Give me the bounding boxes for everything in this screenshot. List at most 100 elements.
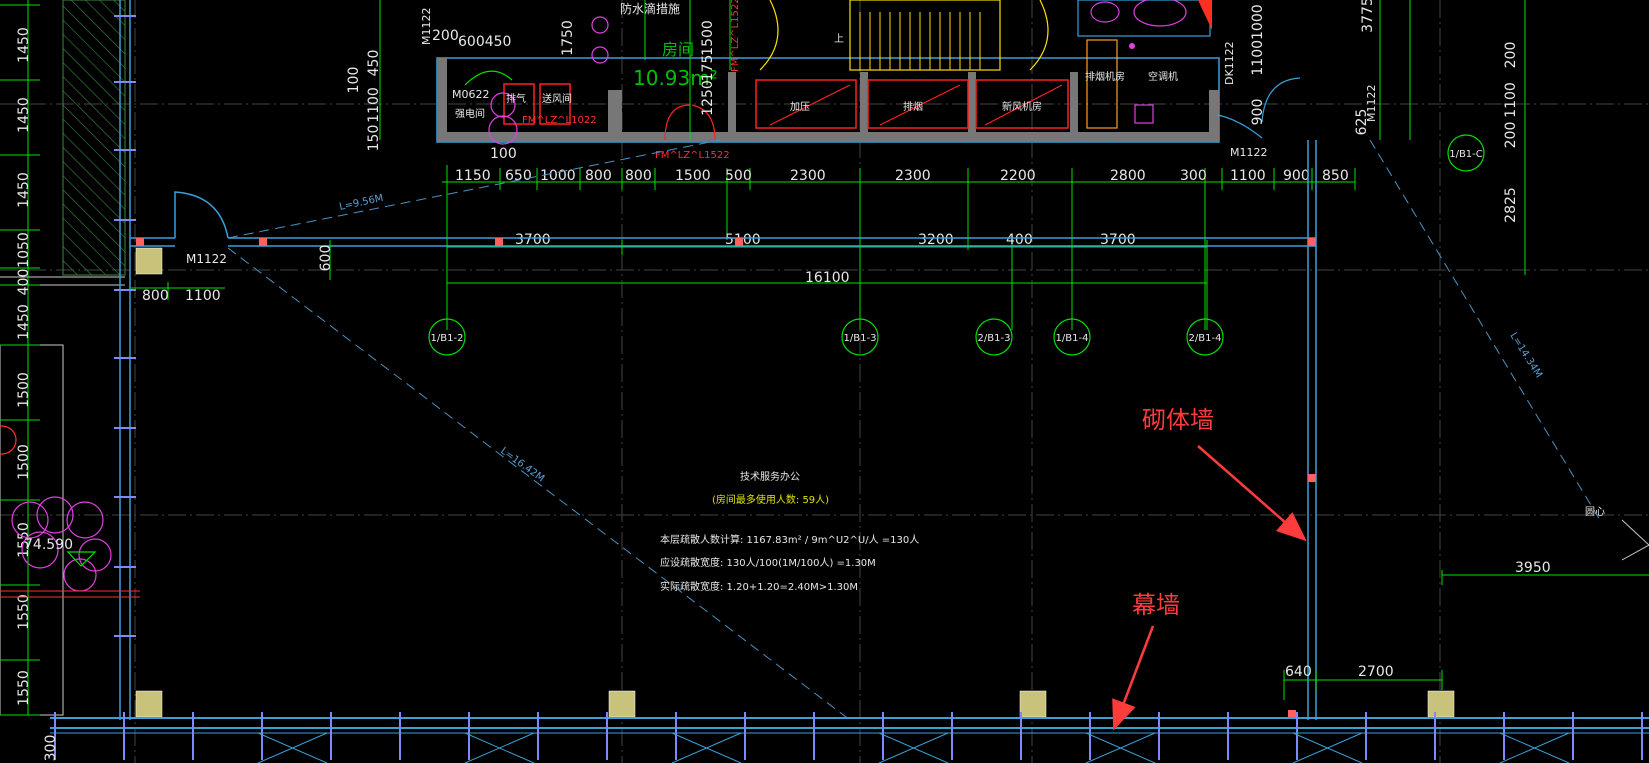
curtain-bracing <box>257 732 328 763</box>
room-label-3: 新风机房 <box>1002 100 1042 113</box>
dist-yuanxin: 圆心 <box>1585 506 1605 518</box>
curtain-bracing <box>1499 732 1570 763</box>
door-dk1122: DK1122 <box>1223 41 1236 85</box>
top-dim-7: 2300 <box>790 168 826 184</box>
evac-lines <box>227 139 1601 721</box>
door-fm-1022: FM^LZ^L1022 <box>522 115 597 126</box>
grid-lines <box>0 0 1649 763</box>
right-dim-4: 2825 <box>1503 187 1519 223</box>
left-dim-4: 400 <box>16 269 32 296</box>
curtain-bracing <box>878 732 949 763</box>
door-fm-1522: FM^LZ^L1522 <box>655 150 730 161</box>
top-dim-5: 1500 <box>675 168 711 184</box>
right-dim-3: 1100 <box>1503 82 1519 118</box>
right-dim-2: 200 <box>1503 122 1519 149</box>
axis-b2-3: 2/B1-3 <box>978 333 1011 344</box>
door-fm-v: FM^LZ^L1522 <box>730 0 741 72</box>
annotation-arrow-masonry <box>1197 445 1307 542</box>
room-label-4: 排烟机房 <box>1085 70 1125 83</box>
dim-100-v: 100 <box>346 67 362 94</box>
door-m0622: M0622 <box>452 88 490 101</box>
note-line1: 本层疏散人数计算: 1167.83m² / 9m^U2^U/人 =130人 <box>660 533 919 546</box>
left-dim-5: 1450 <box>16 304 32 340</box>
top-dim-14: 850 <box>1322 168 1349 184</box>
top-dim-4: 800 <box>625 168 652 184</box>
left-dim-1: 1450 <box>16 97 32 133</box>
left-dim-7: 1500 <box>16 444 32 480</box>
room-name: 房间 <box>662 40 694 59</box>
top-dim-1: 650 <box>505 168 532 184</box>
annotation-masonry-wall: 砌体墙 <box>1142 406 1214 434</box>
dim-1100-v2: 11001000 <box>1250 4 1266 75</box>
left-dim-9: 1550 <box>16 594 32 630</box>
top-dim-8: 2300 <box>895 168 931 184</box>
dim-1100-v: 1100 <box>366 87 382 123</box>
left-dim-3: 1050 <box>16 232 32 268</box>
note-line3: 实际疏散宽度: 1.20+1.20=2.40M>1.30M <box>660 580 858 593</box>
dim-450-v: 450 <box>366 50 382 77</box>
dim-640: 640 <box>1285 664 1312 680</box>
dim-900: 900 <box>1250 99 1266 126</box>
dim-2700: 2700 <box>1358 664 1394 680</box>
left-dim-2: 1450 <box>16 172 32 208</box>
dim-150-v: 150 <box>366 125 382 152</box>
dim-600450: 600450 <box>458 34 511 50</box>
top-dim-12: 1100 <box>1230 168 1266 184</box>
top-dim-9: 2200 <box>1000 168 1036 184</box>
dim-1500: 1500 <box>700 20 716 56</box>
right-dim-0: 3775 <box>1360 0 1376 33</box>
dist-l2: L=16.42M <box>498 446 546 485</box>
waterproof-text: 防水滴措施 <box>620 1 680 16</box>
stair-up: 上 <box>834 33 844 45</box>
dim-3950: 3950 <box>1515 560 1551 576</box>
hatched-wall <box>62 0 126 276</box>
curtain-bracing <box>1085 732 1156 763</box>
room-label-7: 排气 <box>506 92 526 105</box>
axis-b2-4: 2/B1-4 <box>1189 333 1222 344</box>
dim-1250: 1250 <box>700 80 716 116</box>
dim-1750: 1750 <box>560 20 576 56</box>
dim-300-bottom: 300 <box>43 735 59 762</box>
note-title: 技术服务办公 <box>740 470 800 483</box>
axis-b1-c: 1/B1-C <box>1449 149 1483 160</box>
top-dim-13: 900 <box>1283 168 1310 184</box>
curtain-wall <box>50 717 1649 734</box>
dim-625: 625 <box>1354 109 1370 136</box>
top-dim-6: 500 <box>725 168 752 184</box>
door-m1122-left: M1122 <box>186 252 227 266</box>
dist-l1: L=9.56M <box>338 193 384 213</box>
axis-b1-3: 1/B1-3 <box>844 333 877 344</box>
dim-100: 100 <box>490 146 517 162</box>
annotation-arrow-curtain <box>1112 625 1155 731</box>
top-dim-10: 2800 <box>1110 168 1146 184</box>
top-dim-2: 1000 <box>540 168 576 184</box>
total-dim: 16100 <box>805 270 850 286</box>
cad-floor-plan: 1450 1450 1450 1050 400 1450 1500 1500 1… <box>0 0 1649 763</box>
annotation-curtain-wall: 幕墙 <box>1132 591 1180 619</box>
room-walls <box>130 140 1317 720</box>
left-dim-chain: 1450 1450 1450 1050 400 1450 1500 1500 1… <box>0 0 40 716</box>
room-label-2: 排烟 <box>903 100 923 113</box>
dim-800: 800 <box>142 288 169 304</box>
note-line2: 应设疏散宽度: 130人/100(1M/100人) =1.30M <box>660 556 876 569</box>
elevation-value: 74.590 <box>24 537 73 553</box>
room-label-6: 强电间 <box>455 107 485 120</box>
top-dim-0: 1150 <box>455 168 491 184</box>
curtain-bracing <box>1292 732 1363 763</box>
dim-1100: 1100 <box>185 288 221 304</box>
note-subtitle: (房间最多使用人数: 59人) <box>712 493 829 506</box>
dim-175: 175 <box>700 55 716 82</box>
left-dim-10: 1550 <box>16 670 32 706</box>
left-dim-6: 1500 <box>16 372 32 408</box>
axis-b1-4: 1/B1-4 <box>1056 333 1089 344</box>
column-markers <box>136 238 1316 718</box>
dist-l3: L=14.34M <box>1507 331 1543 380</box>
curtain-wall-mullions <box>54 712 1643 763</box>
curtain-bracing <box>464 732 535 763</box>
dim-600: 600 <box>318 245 334 272</box>
left-dim-0: 1450 <box>16 27 32 63</box>
door-m1122-right: M1122 <box>1230 146 1268 159</box>
room-label-8: 送风间 <box>542 92 572 105</box>
dim-200: 200 <box>432 28 459 44</box>
top-dim-11: 300 <box>1180 168 1207 184</box>
